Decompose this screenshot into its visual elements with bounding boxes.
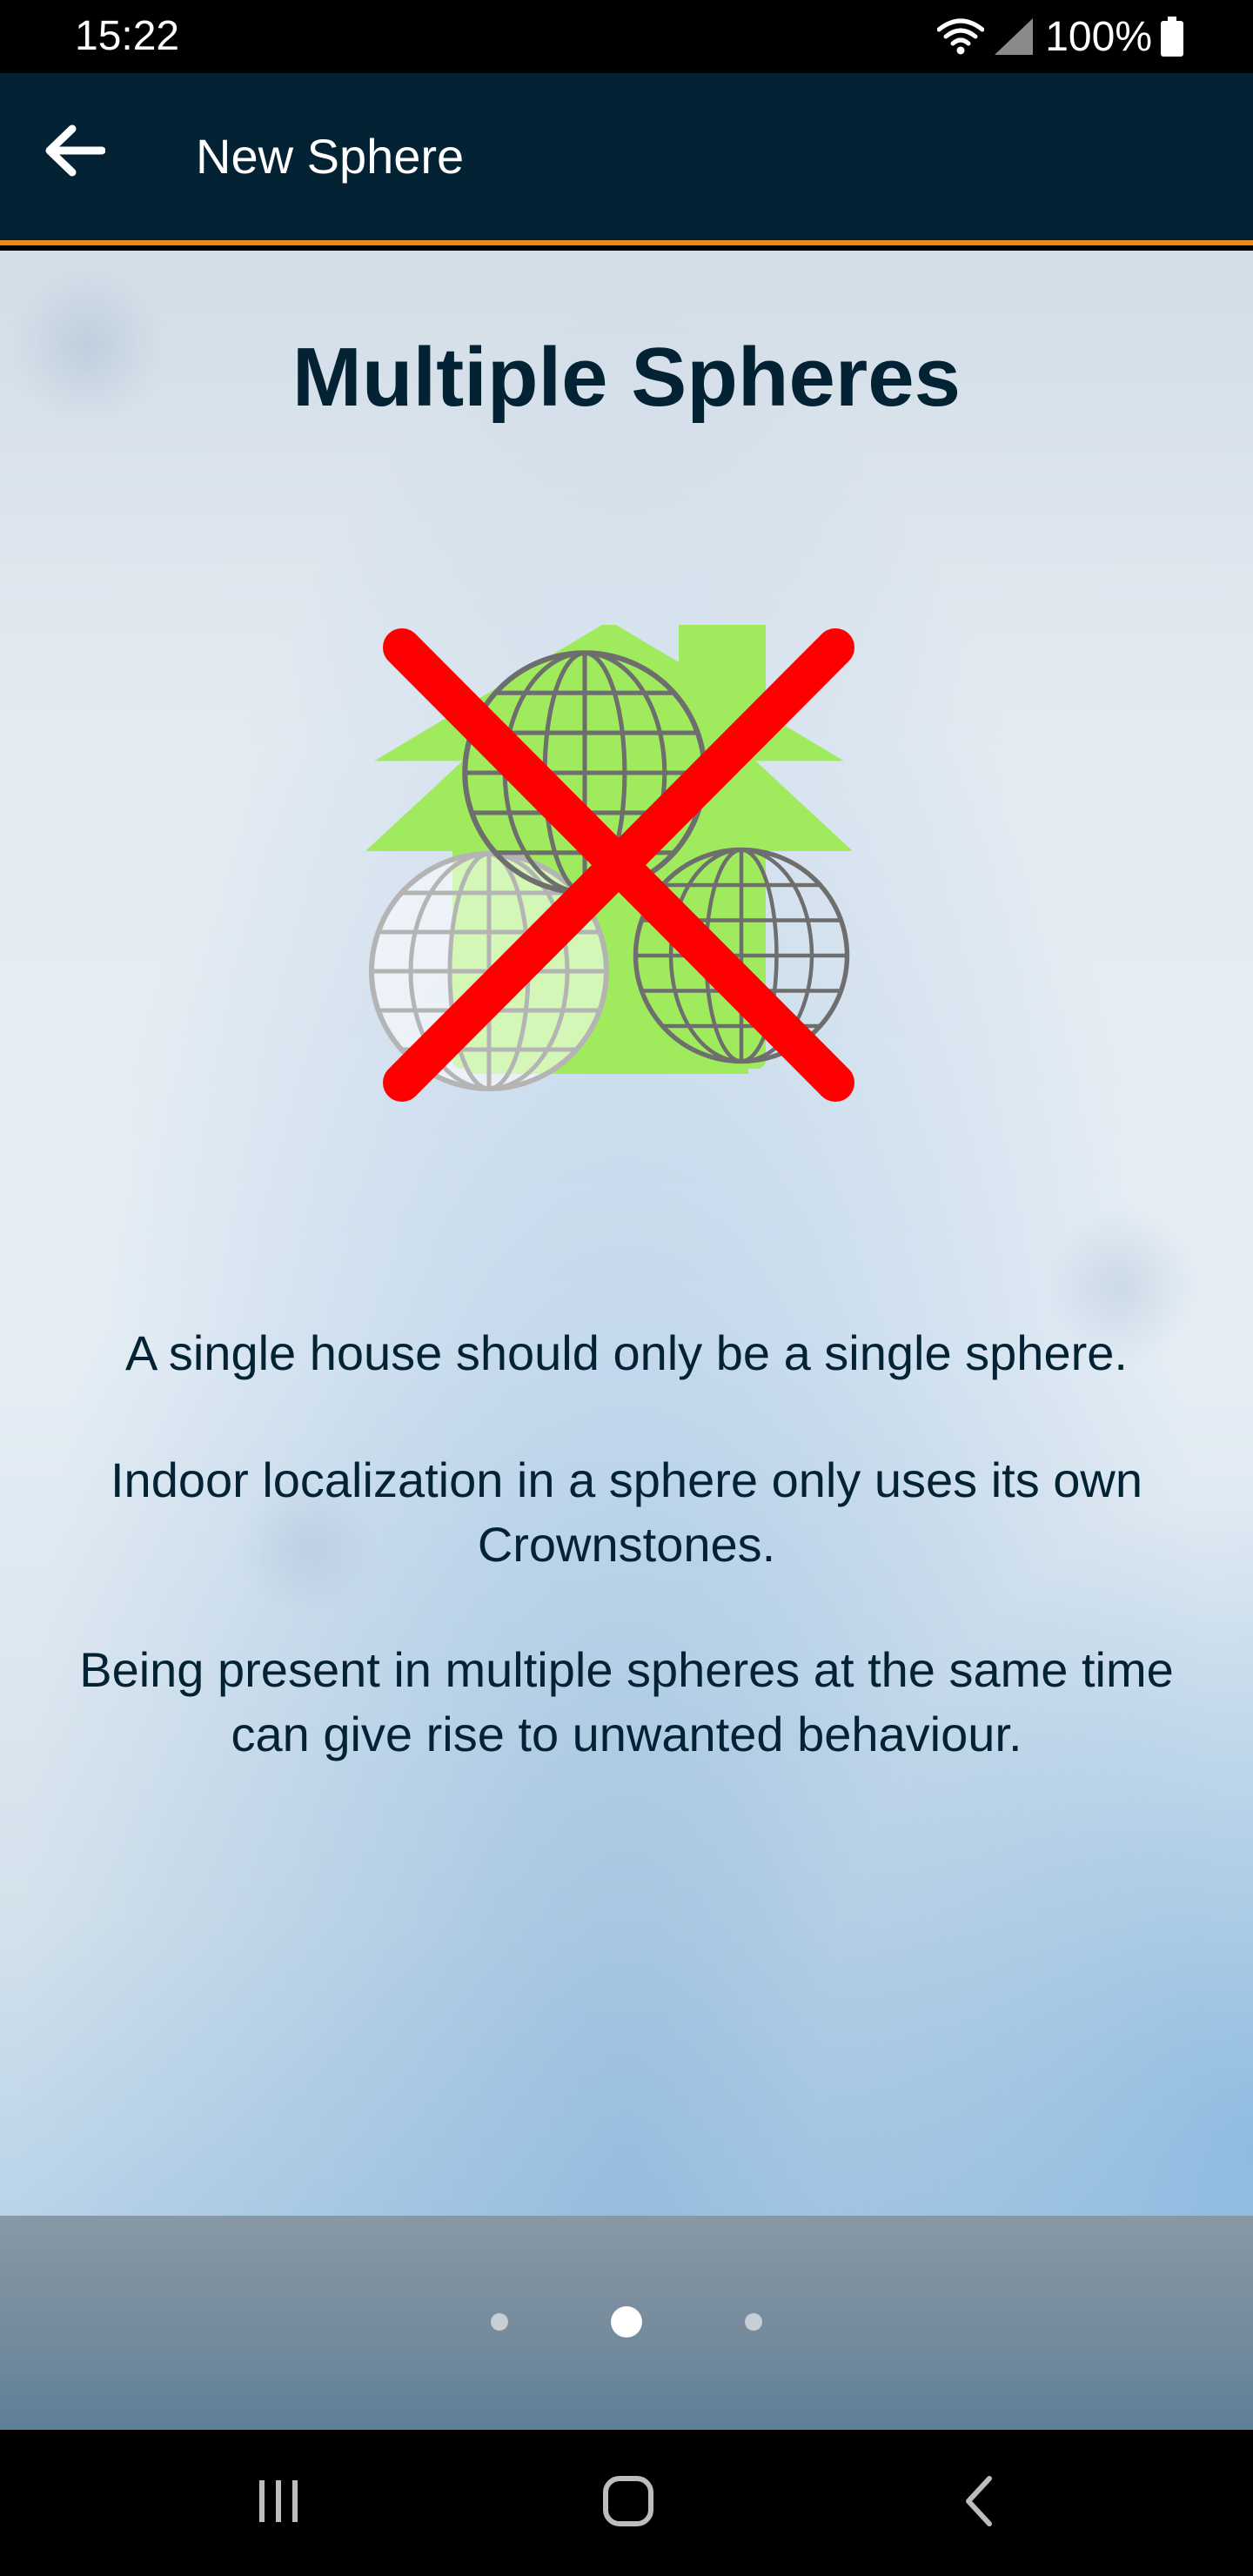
back-button[interactable] bbox=[35, 113, 113, 191]
home-icon bbox=[602, 2475, 654, 2532]
recent-apps-button[interactable] bbox=[239, 2468, 318, 2538]
page-title: Multiple Spheres bbox=[291, 331, 962, 424]
system-back-button[interactable] bbox=[940, 2468, 1018, 2538]
globe-icon bbox=[636, 850, 848, 1062]
page-dot[interactable] bbox=[491, 2313, 508, 2331]
description-paragraph: Being present in multiple spheres at the… bbox=[79, 1642, 1174, 1761]
status-bar: 15:22 100% bbox=[0, 0, 1253, 73]
back-icon bbox=[962, 2475, 996, 2532]
wifi-icon bbox=[937, 17, 985, 56]
status-icons: 100% bbox=[937, 9, 1183, 64]
arrow-left-icon bbox=[43, 124, 106, 182]
page-dot-active[interactable] bbox=[611, 2306, 642, 2338]
system-nav-bar bbox=[0, 2430, 1253, 2576]
onboarding-content: Multiple Spheres A single house should o… bbox=[0, 251, 1253, 2216]
page-indicator bbox=[0, 2216, 1253, 2430]
app-bar: New Sphere bbox=[0, 73, 1253, 245]
description-paragraph: A single house should only be a single s… bbox=[125, 1325, 1128, 1380]
signal-icon bbox=[993, 17, 1035, 57]
home-button[interactable] bbox=[589, 2468, 667, 2538]
status-time: 15:22 bbox=[75, 13, 180, 59]
multiple-spheres-illustration bbox=[348, 590, 870, 1112]
page-dot[interactable] bbox=[745, 2313, 762, 2331]
battery-percent: 100% bbox=[1045, 13, 1152, 60]
recent-apps-icon bbox=[254, 2479, 303, 2528]
description-paragraph: Indoor localization in a sphere only use… bbox=[110, 1452, 1142, 1572]
battery-icon bbox=[1161, 17, 1183, 57]
app-bar-title: New Sphere bbox=[196, 129, 465, 184]
